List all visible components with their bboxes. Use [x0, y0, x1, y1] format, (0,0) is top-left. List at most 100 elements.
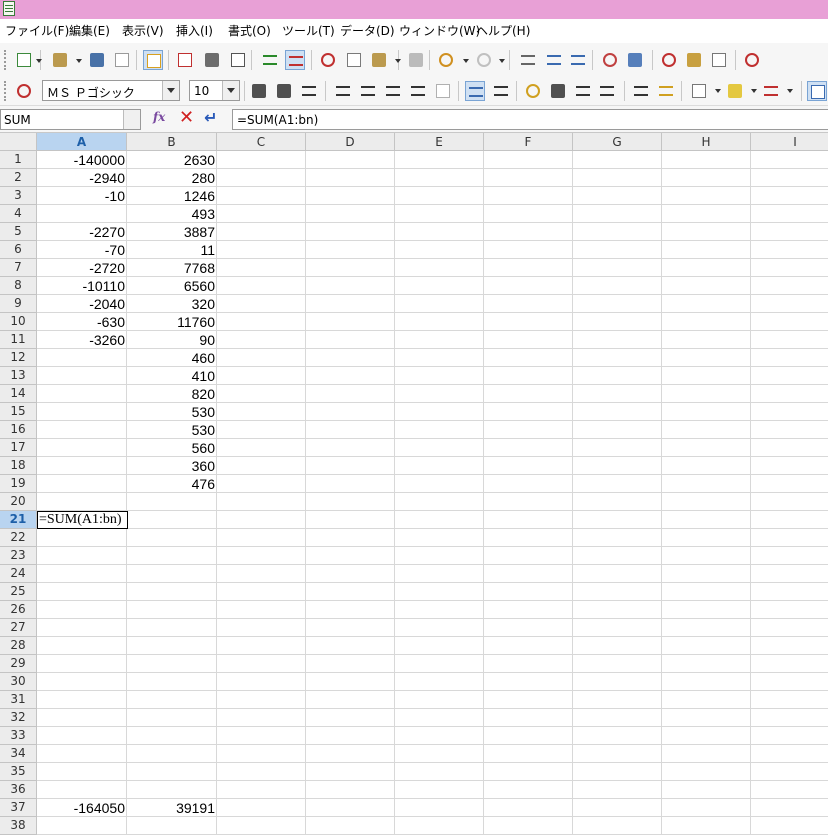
cell-a[interactable]: -140000 — [37, 151, 126, 169]
undo-button[interactable] — [436, 50, 456, 70]
text-direction-button[interactable] — [491, 81, 511, 101]
row-header[interactable]: 6 — [0, 241, 37, 259]
print-preview-button[interactable] — [228, 50, 248, 70]
cell-a[interactable]: -3260 — [37, 331, 126, 349]
cut-button[interactable] — [318, 50, 338, 70]
column-header-d[interactable]: D — [306, 133, 395, 151]
cell-b[interactable]: 410 — [127, 367, 216, 385]
cell-a[interactable]: -2040 — [37, 295, 126, 313]
cell-a[interactable]: -2720 — [37, 259, 126, 277]
column-header-f[interactable]: F — [484, 133, 573, 151]
open-button[interactable] — [50, 50, 70, 70]
styles-button[interactable] — [14, 81, 34, 101]
column-header-g[interactable]: G — [573, 133, 662, 151]
row-header[interactable]: 32 — [0, 709, 37, 727]
select-all-corner[interactable] — [0, 133, 37, 151]
toolbar-grip[interactable] — [4, 50, 9, 70]
column-header-h[interactable]: H — [662, 133, 751, 151]
row-header[interactable]: 18 — [0, 457, 37, 475]
row-header[interactable]: 35 — [0, 763, 37, 781]
font-name-combo[interactable]: ＭＳ Ｐゴシック — [42, 80, 180, 101]
cell-b[interactable]: 460 — [127, 349, 216, 367]
underline-button[interactable] — [299, 81, 319, 101]
export-pdf-button[interactable] — [175, 50, 195, 70]
wrap-text-button[interactable] — [465, 81, 485, 101]
menu-item[interactable]: ヘルプ(H) — [476, 24, 530, 38]
gallery-button[interactable] — [684, 50, 704, 70]
menu-item[interactable]: ウィンドウ(W) — [399, 24, 480, 38]
font-name-dropdown-button[interactable] — [162, 81, 179, 100]
function-wizard-button[interactable]: fx — [152, 109, 172, 129]
row-header[interactable]: 2 — [0, 169, 37, 187]
email-button[interactable] — [112, 50, 132, 70]
column-header-i[interactable]: I — [751, 133, 828, 151]
sort-ascending-button[interactable] — [544, 50, 564, 70]
add-decimal-button[interactable] — [597, 81, 617, 101]
menu-item[interactable]: データ(D) — [340, 24, 395, 38]
spreadsheet-grid[interactable]: A B C D E F G H I 1 2 3 4 5 6 7 8 9 10 11 12 13 14 15 16 17 18 19 20… — [0, 133, 828, 840]
row-header[interactable]: 26 — [0, 601, 37, 619]
align-left-button[interactable] — [333, 81, 353, 101]
row-header[interactable]: 22 — [0, 529, 37, 547]
pivot-table-button[interactable] — [625, 50, 645, 70]
row-header[interactable]: 10 — [0, 313, 37, 331]
row-header[interactable]: 11 — [0, 331, 37, 349]
increase-indent-button[interactable] — [656, 81, 676, 101]
row-header[interactable]: 30 — [0, 673, 37, 691]
row-header[interactable]: 1 — [0, 151, 37, 169]
row-header[interactable]: 38 — [0, 817, 37, 835]
font-color-button[interactable] — [761, 81, 781, 101]
align-center-button[interactable] — [358, 81, 378, 101]
row-header[interactable]: 20 — [0, 493, 37, 511]
cell-b[interactable]: 1246 — [127, 187, 216, 205]
column-header-b[interactable]: B — [127, 133, 217, 151]
row-header[interactable]: 27 — [0, 619, 37, 637]
row-header[interactable]: 9 — [0, 295, 37, 313]
row-header[interactable]: 12 — [0, 349, 37, 367]
autospell-button[interactable] — [285, 50, 305, 70]
row-header[interactable]: 37 — [0, 799, 37, 817]
dropdown-arrow-icon[interactable] — [499, 59, 505, 63]
cell-a[interactable]: -2940 — [37, 169, 126, 187]
column-header-c[interactable]: C — [217, 133, 306, 151]
print-button[interactable] — [202, 50, 222, 70]
help-button[interactable] — [742, 50, 762, 70]
cell-b[interactable]: 820 — [127, 385, 216, 403]
cell-b[interactable]: 360 — [127, 457, 216, 475]
edit-mode-button[interactable] — [143, 50, 163, 70]
row-header[interactable]: 23 — [0, 547, 37, 565]
number-format-button[interactable] — [573, 81, 593, 101]
row-header[interactable]: 21 — [0, 511, 37, 529]
row-header[interactable]: 5 — [0, 223, 37, 241]
row-header[interactable]: 8 — [0, 277, 37, 295]
row-header[interactable]: 7 — [0, 259, 37, 277]
cancel-button[interactable]: ✕ — [177, 107, 197, 129]
justify-button[interactable] — [408, 81, 428, 101]
cell-a[interactable]: -10 — [37, 187, 126, 205]
spellcheck-button[interactable] — [260, 50, 280, 70]
align-right-button[interactable] — [383, 81, 403, 101]
cell-b[interactable]: 320 — [127, 295, 216, 313]
row-header[interactable]: 29 — [0, 655, 37, 673]
clone-format-button[interactable] — [406, 50, 426, 70]
cell-a[interactable]: -630 — [37, 313, 126, 331]
name-box-dropdown-button[interactable] — [123, 110, 140, 129]
cell-b[interactable]: 2630 — [127, 151, 216, 169]
cell-b[interactable]: 7768 — [127, 259, 216, 277]
menu-item[interactable]: 書式(O) — [228, 24, 271, 38]
italic-button[interactable] — [274, 81, 294, 101]
percent-button[interactable] — [548, 81, 568, 101]
cell-a[interactable]: -10110 — [37, 277, 126, 295]
paste-button[interactable] — [369, 50, 389, 70]
cell-b[interactable]: 280 — [127, 169, 216, 187]
row-header[interactable]: 31 — [0, 691, 37, 709]
row-header[interactable]: 4 — [0, 205, 37, 223]
menu-item[interactable]: ツール(T) — [282, 24, 335, 38]
font-size-dropdown-button[interactable] — [222, 81, 239, 100]
cell-a-total[interactable]: -164050 — [37, 799, 126, 817]
copy-button[interactable] — [344, 50, 364, 70]
sidebar-button[interactable] — [807, 81, 827, 101]
dropdown-arrow-icon[interactable] — [395, 59, 401, 63]
insert-chart-button[interactable] — [600, 50, 620, 70]
row-header[interactable]: 24 — [0, 565, 37, 583]
